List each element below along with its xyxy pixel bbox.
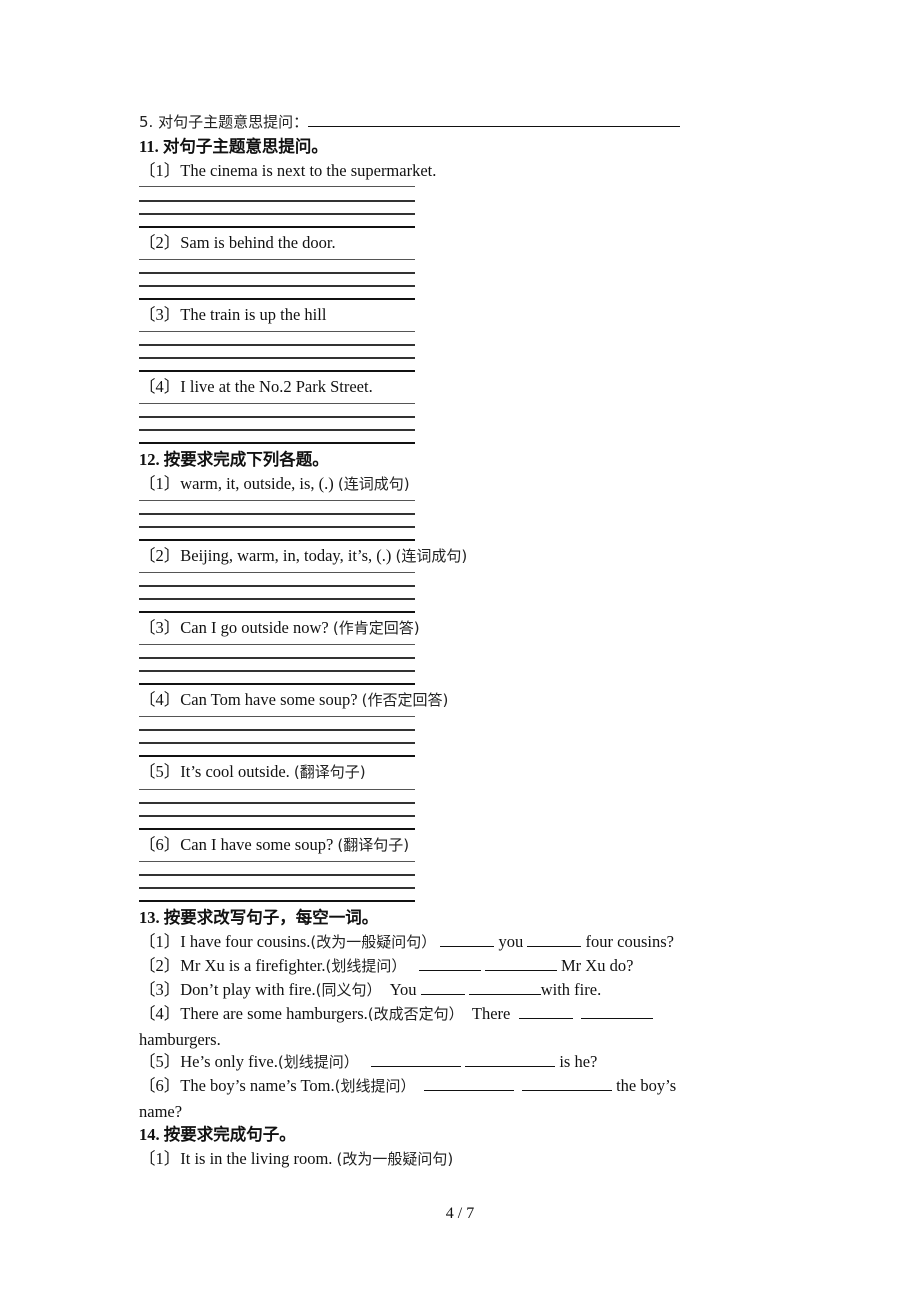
q13-item-2: 〔2〕Mr Xu is a firefighter.(划线提问） Mr Xu d… xyxy=(139,956,634,975)
answer-line[interactable] xyxy=(139,789,415,790)
answer-line[interactable] xyxy=(139,611,415,613)
answer-line[interactable] xyxy=(139,887,415,889)
answer-line[interactable] xyxy=(139,874,415,876)
answer-line[interactable] xyxy=(139,598,415,600)
answer-blank[interactable] xyxy=(518,1004,573,1019)
page-number: 4 / 7 xyxy=(445,1205,475,1222)
answer-line[interactable] xyxy=(139,442,415,444)
answer-line[interactable] xyxy=(139,802,415,804)
q13-item-4: 〔4〕There are some hamburgers.(改成否定句） The… xyxy=(139,1004,653,1024)
q13-item-5: 〔5〕He’s only five.(划线提问） is he? xyxy=(139,1052,598,1071)
q13-item-4-continued: hamburgers. xyxy=(139,1030,221,1049)
q13-title: 13. 按要求改写句子，每空一词。 xyxy=(139,908,379,927)
answer-blank[interactable] xyxy=(440,932,495,947)
answer-blank[interactable] xyxy=(468,980,541,995)
answer-line[interactable] xyxy=(139,259,415,260)
worksheet-page: 5. 对句子主题意思提问： 11. 对句子主题意思提问。 〔1〕The cine… xyxy=(0,0,920,1302)
q12-item-6: 〔6〕Can I have some soup? (翻译句子) xyxy=(139,835,410,854)
answer-line[interactable] xyxy=(139,683,415,685)
q13-item-6-continued: name? xyxy=(139,1102,183,1121)
answer-line[interactable] xyxy=(139,186,415,187)
answer-line[interactable] xyxy=(139,815,415,817)
answer-line[interactable] xyxy=(139,370,415,372)
q11-title: 11. 对句子主题意思提问。 xyxy=(139,137,328,156)
q12-item-2: 〔2〕Beijing, warm, in, today, it’s, (.) (… xyxy=(139,546,468,565)
answer-blank[interactable] xyxy=(418,956,481,971)
q5-line: 5. 对句子主题意思提问： xyxy=(139,112,681,132)
answer-line[interactable] xyxy=(139,585,415,587)
answer-line[interactable] xyxy=(139,429,415,431)
answer-blank[interactable] xyxy=(484,956,557,971)
q13-item-1: 〔1〕I have four cousins.(改为一般疑问句） you fou… xyxy=(139,932,674,951)
answer-line[interactable] xyxy=(139,500,415,501)
answer-blank[interactable] xyxy=(423,1076,514,1091)
answer-line[interactable] xyxy=(139,861,415,862)
q12-item-1: 〔1〕warm, it, outside, is, (.) (连词成句) xyxy=(139,474,410,493)
q12-item-5: 〔5〕It’s cool outside. (翻译句子) xyxy=(139,762,366,781)
answer-line[interactable] xyxy=(139,572,415,573)
answer-line[interactable] xyxy=(139,213,415,215)
answer-line[interactable] xyxy=(139,344,415,346)
answer-blank[interactable] xyxy=(465,1052,556,1067)
q14-title: 14. 按要求完成句子。 xyxy=(139,1125,296,1144)
q14-item-1: 〔1〕It is in the living room. (改为一般疑问句) xyxy=(139,1149,454,1168)
answer-line[interactable] xyxy=(139,828,415,830)
answer-line[interactable] xyxy=(139,755,415,757)
q12-item-4: 〔4〕Can Tom have some soup? (作否定回答) xyxy=(139,690,449,709)
q13-item-3: 〔3〕Don’t play with fire.(同义句） You with f… xyxy=(139,980,602,999)
answer-line[interactable] xyxy=(139,670,415,672)
answer-line[interactable] xyxy=(139,200,415,202)
answer-line[interactable] xyxy=(139,526,415,528)
answer-blank[interactable] xyxy=(580,1004,653,1019)
answer-line[interactable] xyxy=(139,226,415,228)
q5-answer-blank[interactable] xyxy=(308,112,681,127)
answer-line[interactable] xyxy=(139,272,415,274)
answer-line[interactable] xyxy=(139,644,415,645)
q12-title: 12. 按要求完成下列各题。 xyxy=(139,450,329,469)
answer-line[interactable] xyxy=(139,513,415,515)
answer-line[interactable] xyxy=(139,357,415,359)
answer-line[interactable] xyxy=(139,742,415,744)
answer-line[interactable] xyxy=(139,331,415,332)
answer-line[interactable] xyxy=(139,657,415,659)
answer-line[interactable] xyxy=(139,298,415,300)
answer-line[interactable] xyxy=(139,403,415,404)
q11-item-4: 〔4〕I live at the No.2 Park Street. xyxy=(139,377,373,396)
q13-item-6: 〔6〕The boy’s name’s Tom.(划线提问） the boy’s xyxy=(139,1076,677,1095)
answer-line[interactable] xyxy=(139,416,415,418)
answer-line[interactable] xyxy=(139,716,415,717)
answer-line[interactable] xyxy=(139,729,415,731)
answer-blank[interactable] xyxy=(371,1052,462,1067)
answer-blank[interactable] xyxy=(521,1076,612,1091)
answer-line[interactable] xyxy=(139,900,415,902)
answer-line[interactable] xyxy=(139,539,415,541)
q11-item-3: 〔3〕The train is up the hill xyxy=(139,305,327,324)
q12-item-3: 〔3〕Can I go outside now? (作肯定回答) xyxy=(139,618,420,637)
answer-line[interactable] xyxy=(139,285,415,287)
q11-item-1: 〔1〕The cinema is next to the supermarket… xyxy=(139,161,437,180)
q5-label: 5. 对句子主题意思提问： xyxy=(139,113,309,131)
answer-blank[interactable] xyxy=(527,932,582,947)
q11-item-2: 〔2〕Sam is behind the door. xyxy=(139,233,336,252)
answer-blank[interactable] xyxy=(420,980,465,995)
